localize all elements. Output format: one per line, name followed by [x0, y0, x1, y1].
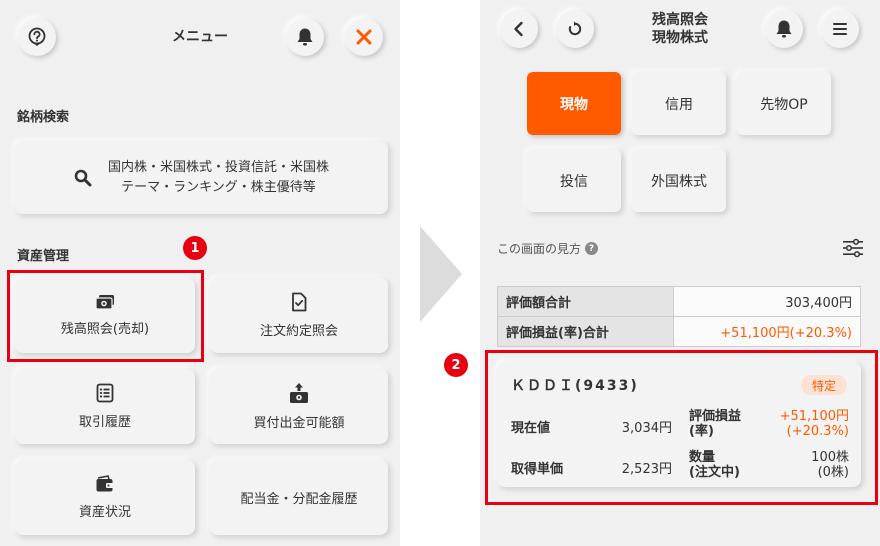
- notification-button[interactable]: [765, 10, 803, 48]
- wallet-icon: [96, 475, 114, 492]
- menu-item-label: 取引履歴: [78, 415, 131, 430]
- tab-foreign-stock[interactable]: 外国株式: [632, 149, 726, 212]
- stock-search-button[interactable]: 国内株・米国株式・投資信託・米国株 テーマ・ランキング・株主優待等: [15, 141, 388, 214]
- menu-item-label: 資産状況: [78, 505, 131, 520]
- search-icon: [74, 169, 92, 186]
- help-icon: ?: [585, 242, 599, 255]
- screen-guide-label: この画面の見方: [497, 242, 582, 256]
- search-line-2: テーマ・ランキング・株主優待等: [121, 179, 316, 195]
- title-line-2: 現物株式: [652, 30, 708, 46]
- close-icon: [356, 29, 372, 45]
- menu-item-available-funds[interactable]: 買付出金可能額: [210, 369, 388, 444]
- bell-icon: [297, 28, 313, 46]
- filter-sliders-icon: [843, 238, 863, 258]
- menu-item-transaction-history[interactable]: 取引履歴: [15, 369, 195, 444]
- highlight-box-1: [7, 270, 204, 362]
- table-row: 評価損益(率)合計 +51,100円(+20.3%): [497, 316, 861, 347]
- menu-item-asset-status[interactable]: 資産状況: [15, 460, 195, 535]
- guide-button[interactable]: [18, 18, 56, 56]
- back-button[interactable]: [500, 10, 538, 48]
- tab-margin[interactable]: 信用: [632, 72, 726, 135]
- hamburger-menu-button[interactable]: [821, 10, 859, 48]
- total-pl-label: 評価損益(率)合計: [497, 316, 674, 347]
- menu-item-label: 注文約定照会: [259, 324, 338, 339]
- balance-panel: 残高照会 現物株式 現物 信用 先物OP 投信 外国株式 この画面の見方 ? 評…: [480, 0, 880, 546]
- menu-title: メニュー: [172, 29, 228, 45]
- menu-panel: メニュー 銘柄検索 国内株・米国株式・投資信託・米国株 テーマ・ランキング・株主…: [0, 0, 400, 546]
- menu-item-dividend-history[interactable]: 配当金・分配金履歴: [210, 460, 388, 535]
- bell-icon: [776, 20, 792, 38]
- notification-button[interactable]: [286, 18, 324, 56]
- highlight-box-2: [485, 350, 878, 505]
- step-arrow: [420, 226, 462, 322]
- list-icon: [96, 383, 114, 403]
- money-up-icon: [290, 383, 308, 403]
- step-badge-1: 1: [183, 236, 207, 260]
- search-line-1: 国内株・米国株式・投資信託・米国株: [107, 159, 329, 175]
- tab-futures-options[interactable]: 先物OP: [737, 72, 831, 135]
- guide-icon: [28, 27, 46, 46]
- step-badge-2: 2: [444, 353, 468, 377]
- total-value: 303,400円: [673, 286, 861, 317]
- section-stock-search: 銘柄検索: [17, 110, 70, 125]
- balance-title: 残高照会 現物株式: [630, 11, 730, 47]
- filter-settings-button[interactable]: [842, 238, 864, 262]
- total-value-label: 評価額合計: [497, 286, 674, 317]
- screen-guide-link[interactable]: この画面の見方 ?: [497, 240, 599, 257]
- close-button[interactable]: [345, 18, 383, 56]
- tab-investment-trust[interactable]: 投信: [527, 149, 621, 212]
- title-line-1: 残高照会: [652, 12, 708, 28]
- menu-item-label: 配当金・分配金履歴: [240, 492, 358, 507]
- document-check-icon: [292, 292, 307, 312]
- refresh-button[interactable]: [556, 10, 594, 48]
- tab-genbutsu[interactable]: 現物: [527, 72, 621, 135]
- section-asset-management: 資産管理: [17, 249, 70, 264]
- table-row: 評価額合計 303,400円: [497, 286, 861, 317]
- hamburger-icon: [833, 23, 847, 35]
- total-pl-value: +51,100円(+20.3%): [673, 316, 861, 347]
- menu-item-order-history[interactable]: 注文約定照会: [210, 278, 388, 353]
- refresh-icon: [568, 21, 582, 36]
- menu-item-label: 買付出金可能額: [253, 416, 345, 431]
- chevron-left-icon: [514, 21, 523, 37]
- summary-table: 評価額合計 303,400円 評価損益(率)合計 +51,100円(+20.3%…: [497, 286, 861, 347]
